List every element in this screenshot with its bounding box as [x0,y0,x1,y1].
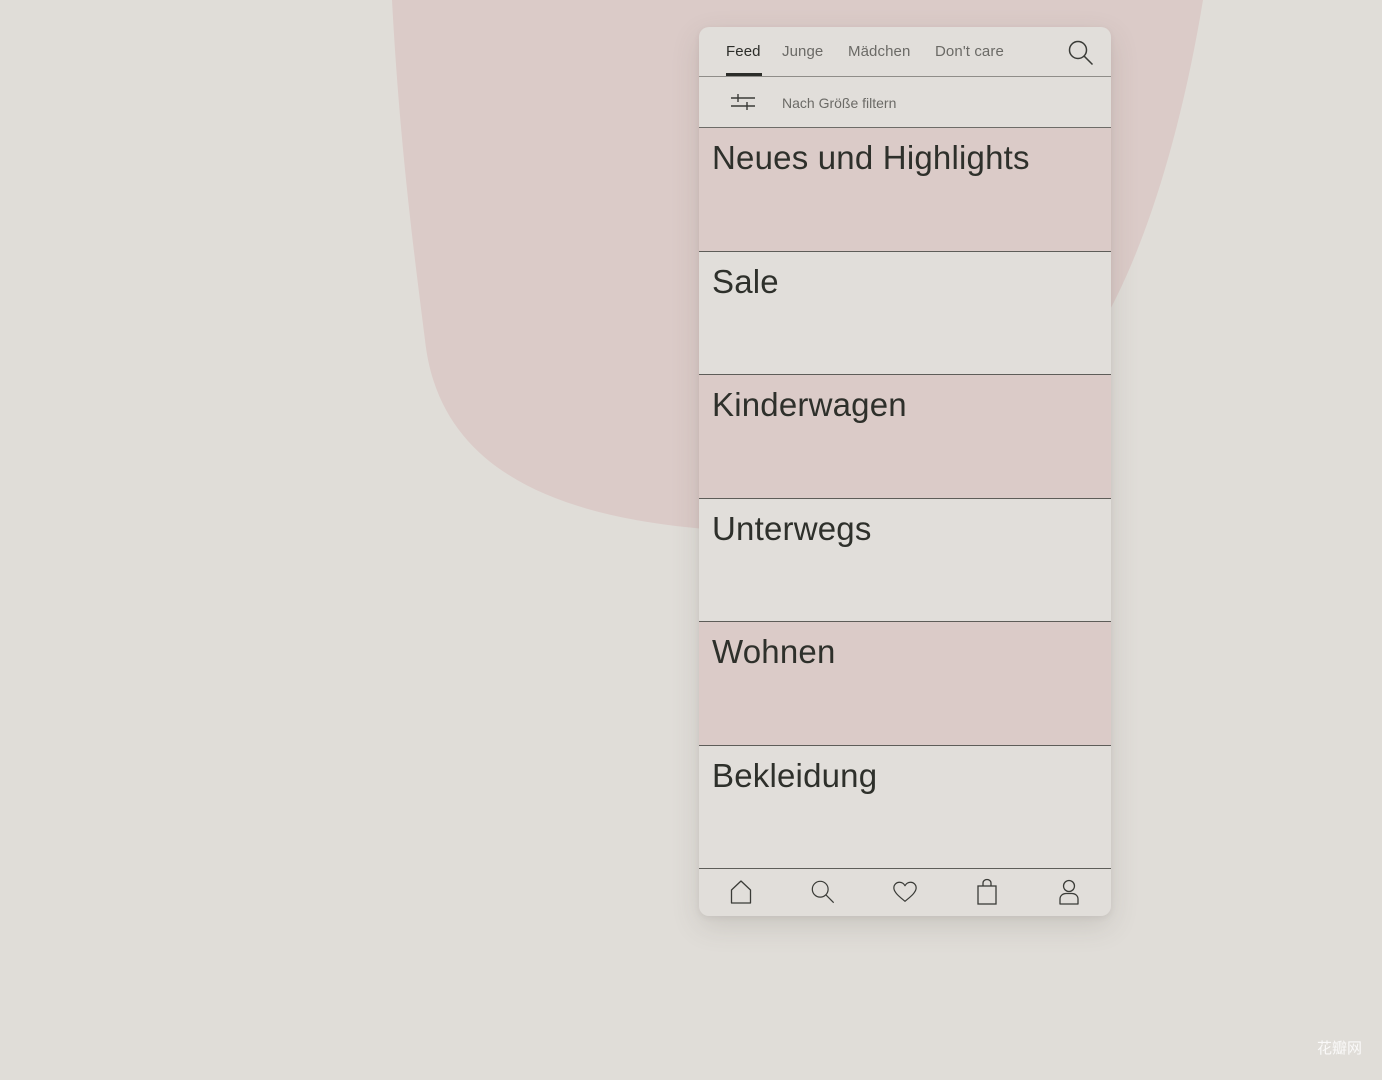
tab-junge[interactable]: Junge [782,43,823,60]
background-blob [392,0,1203,530]
category-label: Bekleidung [712,756,878,794]
home-icon[interactable] [728,878,754,906]
active-tab-indicator [726,73,762,76]
filter-label: Nach Größe filtern [782,95,897,111]
category-item[interactable]: Unterwegs [699,498,1111,622]
heart-icon[interactable] [892,878,918,906]
tab-dont-care[interactable]: Don't care [935,43,1004,60]
category-item[interactable]: Bekleidung [699,745,1111,869]
category-item[interactable]: Wohnen [699,622,1111,746]
category-label: Neues und Highlights [712,139,1030,176]
search-icon[interactable] [810,878,836,906]
sliders-icon [730,92,756,112]
top-tab-bar: Feed Junge Mädchen Don't care [699,27,1111,77]
category-item[interactable]: Kinderwagen [699,375,1111,499]
tab-maedchen[interactable]: Mädchen [848,43,910,60]
phone-app: Feed Junge Mädchen Don't care Nach Größe… [699,27,1111,916]
tab-feed[interactable]: Feed [726,43,761,60]
category-label: Sale [712,262,779,300]
category-item[interactable]: Sale [699,251,1111,375]
bottom-navigation [699,868,1111,916]
category-list: Neues und Highlights Sale Kinderwagen Un… [699,128,1111,869]
category-label: Unterwegs [712,509,872,547]
search-icon[interactable] [1067,39,1095,67]
category-item[interactable]: Neues und Highlights [699,128,1111,252]
category-label: Wohnen [712,633,836,670]
shopping-bag-icon[interactable] [974,878,1000,906]
category-label: Kinderwagen [712,386,907,423]
watermark: 花瓣网 [1316,1040,1362,1057]
size-filter-bar[interactable]: Nach Größe filtern [699,77,1111,128]
profile-icon[interactable] [1056,878,1082,906]
